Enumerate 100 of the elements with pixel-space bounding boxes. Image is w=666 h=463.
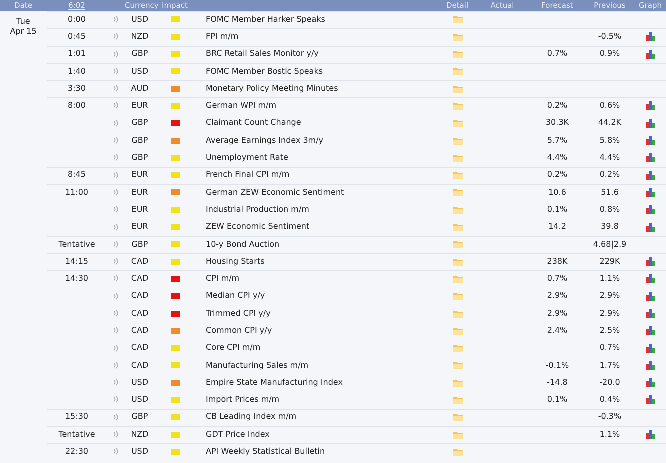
sound-icon[interactable] <box>114 206 118 214</box>
sound-icon[interactable] <box>114 16 118 23</box>
sound-icon[interactable] <box>114 240 118 248</box>
folder-icon[interactable] <box>452 378 462 387</box>
sound-icon[interactable] <box>114 362 118 369</box>
folder-icon[interactable] <box>452 396 462 404</box>
folder-icon[interactable] <box>452 188 462 196</box>
event-name[interactable]: BRC Retail Sales Monitor y/y <box>206 49 319 58</box>
event-name[interactable]: FPI m/m <box>206 32 239 41</box>
bar-chart-icon[interactable] <box>646 188 656 197</box>
event-name[interactable]: CB Leading Index m/m <box>206 412 297 422</box>
sound-icon[interactable] <box>114 292 118 300</box>
sound-icon[interactable] <box>114 137 118 144</box>
event-name[interactable]: Common CPI y/y <box>206 326 272 335</box>
sound-icon[interactable] <box>114 68 118 75</box>
folder-icon[interactable] <box>452 223 462 232</box>
sound-icon[interactable] <box>114 50 118 58</box>
bar-chart-icon[interactable] <box>646 378 656 388</box>
event-name[interactable]: German WPI m/m <box>206 101 276 110</box>
bar-chart-icon[interactable] <box>646 101 656 110</box>
sound-icon[interactable] <box>114 310 118 317</box>
sound-icon[interactable] <box>114 85 118 92</box>
folder-icon[interactable] <box>452 326 462 335</box>
sound-icon[interactable] <box>114 344 118 352</box>
sound-icon[interactable] <box>114 431 118 438</box>
bar-chart-icon[interactable] <box>646 205 656 214</box>
folder-icon[interactable] <box>452 206 462 214</box>
event-name[interactable]: Median CPI y/y <box>206 291 266 300</box>
folder-icon[interactable] <box>452 430 462 439</box>
folder-icon[interactable] <box>452 344 462 352</box>
bar-chart-icon[interactable] <box>646 153 656 162</box>
event-name[interactable]: Manufacturing Sales m/m <box>206 360 309 370</box>
bar-chart-icon[interactable] <box>646 360 656 370</box>
event-name[interactable]: Trimmed CPI y/y <box>206 308 271 318</box>
event-name[interactable]: Empire State Manufacturing Index <box>206 378 343 387</box>
bar-chart-icon[interactable] <box>646 170 656 180</box>
event-name[interactable]: Unemployment Rate <box>206 153 288 162</box>
sound-icon[interactable] <box>114 154 118 162</box>
bar-chart-icon[interactable] <box>646 118 656 128</box>
bar-chart-icon[interactable] <box>646 326 656 336</box>
bar-chart-icon[interactable] <box>646 136 656 146</box>
bar-chart-icon[interactable] <box>646 32 656 42</box>
event-name[interactable]: FOMC Member Bostic Speaks <box>206 66 324 76</box>
folder-icon[interactable] <box>452 361 462 370</box>
sound-icon[interactable] <box>114 120 118 127</box>
folder-icon[interactable] <box>452 171 462 180</box>
sound-icon[interactable] <box>114 396 118 404</box>
bar-chart-icon[interactable] <box>646 395 656 404</box>
folder-icon[interactable] <box>452 136 462 145</box>
event-name[interactable]: FOMC Member Harker Speaks <box>206 14 326 24</box>
bar-chart-icon[interactable] <box>646 344 656 353</box>
sound-icon[interactable] <box>114 33 118 40</box>
event-name[interactable]: Average Earnings Index 3m/y <box>206 136 324 145</box>
bar-chart-icon[interactable] <box>646 274 656 284</box>
folder-icon[interactable] <box>452 154 462 162</box>
bar-chart-icon[interactable] <box>646 309 656 318</box>
event-name[interactable]: ZEW Economic Sentiment <box>206 222 310 232</box>
folder-icon[interactable] <box>452 84 462 93</box>
event-name[interactable]: Core CPI m/m <box>206 343 261 352</box>
sound-icon[interactable] <box>114 448 118 456</box>
event-name[interactable]: Import Prices m/m <box>206 395 280 404</box>
sound-icon[interactable] <box>114 275 118 282</box>
sound-icon[interactable] <box>114 224 118 231</box>
sound-icon[interactable] <box>114 188 118 196</box>
event-name[interactable]: Monetary Policy Meeting Minutes <box>206 84 338 93</box>
bar-chart-icon[interactable] <box>646 50 656 59</box>
folder-icon[interactable] <box>452 413 462 422</box>
event-name[interactable]: CPI m/m <box>206 274 240 284</box>
bar-chart-icon[interactable] <box>646 292 656 301</box>
bar-chart-icon[interactable] <box>646 430 656 440</box>
sound-icon[interactable] <box>114 379 118 386</box>
event-name[interactable]: 10-y Bond Auction <box>206 240 280 248</box>
currency-code: USD <box>131 395 149 404</box>
folder-icon[interactable] <box>452 310 462 318</box>
folder-icon[interactable] <box>452 50 462 58</box>
folder-icon[interactable] <box>452 102 462 110</box>
event-name[interactable]: French Final CPI m/m <box>206 170 290 180</box>
folder-icon[interactable] <box>452 448 462 456</box>
folder-icon[interactable] <box>452 119 462 128</box>
folder-icon[interactable] <box>452 292 462 300</box>
sound-icon[interactable] <box>114 102 118 110</box>
folder-icon[interactable] <box>452 32 462 41</box>
event-name[interactable]: Claimant Count Change <box>206 118 302 128</box>
event-time: 3:30 <box>68 84 86 93</box>
sound-icon[interactable] <box>114 327 118 334</box>
folder-icon[interactable] <box>452 240 462 248</box>
folder-icon[interactable] <box>452 15 462 24</box>
sound-icon[interactable] <box>114 258 118 266</box>
bar-chart-icon[interactable] <box>646 222 656 232</box>
event-name[interactable]: GDT Price Index <box>206 430 270 439</box>
event-name[interactable]: API Weekly Statistical Bulletin <box>206 447 326 456</box>
event-name[interactable]: German ZEW Economic Sentiment <box>206 188 344 197</box>
folder-icon[interactable] <box>452 258 462 266</box>
folder-icon[interactable] <box>452 274 462 283</box>
event-name[interactable]: Housing Starts <box>206 256 265 266</box>
folder-icon[interactable] <box>452 67 462 76</box>
sound-icon[interactable] <box>114 414 118 421</box>
sound-icon[interactable] <box>114 172 118 179</box>
bar-chart-icon[interactable] <box>646 257 656 266</box>
event-name[interactable]: Industrial Production m/m <box>206 204 310 214</box>
